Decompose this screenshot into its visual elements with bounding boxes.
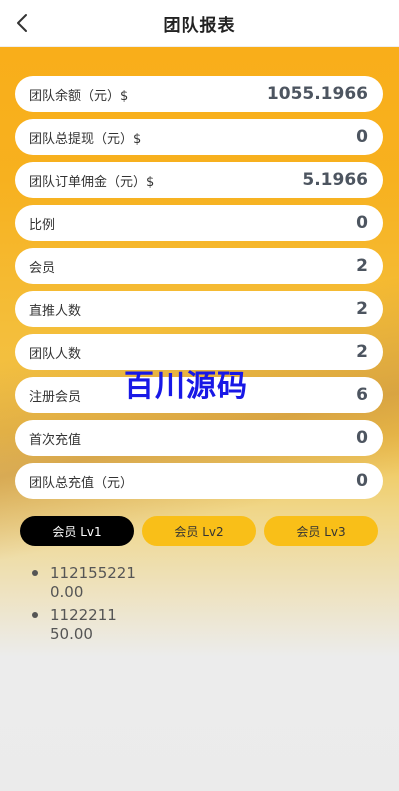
member-amount: 0.00 xyxy=(50,583,84,601)
watermark: 百川源码 xyxy=(124,369,248,404)
stat-value: 2 xyxy=(356,342,368,362)
stat-label: 团队人数 xyxy=(29,346,82,362)
list-item: 1122211 50.00 xyxy=(30,606,136,644)
tab-lv3[interactable]: 会员 Lv3 xyxy=(264,516,378,546)
stat-label: 团队订单佣金（元）$ xyxy=(29,174,155,190)
stat-value: 6 xyxy=(356,385,368,405)
stat-value: 0 xyxy=(356,213,368,233)
tab-lv2[interactable]: 会员 Lv2 xyxy=(142,516,256,546)
stat-label: 首次充值 xyxy=(29,432,82,448)
stat-label: 比例 xyxy=(29,217,56,233)
bullet-icon xyxy=(32,570,38,576)
stat-label: 直推人数 xyxy=(29,303,82,319)
stat-value: 0 xyxy=(356,127,368,147)
bullet-icon xyxy=(32,612,38,618)
stats-list: 团队余额（元）$ 1055.1966 团队总提现（元）$ 0 团队订单佣金（元）… xyxy=(15,76,383,506)
stat-row-team-withdrawal: 团队总提现（元）$ 0 xyxy=(15,119,383,155)
stat-label: 团队余额（元）$ xyxy=(29,88,129,104)
stat-row-order-commission: 团队订单佣金（元）$ 5.1966 xyxy=(15,162,383,198)
member-id: 112155221 xyxy=(50,564,136,582)
stat-row-first-recharge: 首次充值 0 xyxy=(15,420,383,456)
stat-row-members: 会员 2 xyxy=(15,248,383,284)
stat-label: 注册会员 xyxy=(29,389,82,405)
stat-label: 团队总充值（元） xyxy=(29,475,134,491)
member-list: 112155221 0.00 1122211 50.00 xyxy=(30,564,136,648)
back-button[interactable] xyxy=(12,11,34,35)
stat-value: 2 xyxy=(356,299,368,319)
member-amount: 50.00 xyxy=(50,625,93,643)
stat-value: 5.1966 xyxy=(302,170,368,190)
stat-row-ratio: 比例 0 xyxy=(15,205,383,241)
list-item: 112155221 0.00 xyxy=(30,564,136,602)
stat-value: 2 xyxy=(356,256,368,276)
member-id: 1122211 xyxy=(50,606,117,624)
stat-label: 会员 xyxy=(29,260,56,276)
chevron-left-icon xyxy=(17,14,27,32)
page-title: 团队报表 xyxy=(163,15,236,36)
member-entry: 112155221 0.00 xyxy=(50,564,136,602)
tab-lv1[interactable]: 会员 Lv1 xyxy=(20,516,134,546)
stat-value: 1055.1966 xyxy=(266,84,368,104)
stat-row-team-balance: 团队余额（元）$ 1055.1966 xyxy=(15,76,383,112)
top-bar: 团队报表 xyxy=(0,0,399,47)
level-tabs: 会员 Lv1 会员 Lv2 会员 Lv3 xyxy=(20,516,378,546)
member-entry: 1122211 50.00 xyxy=(50,606,117,644)
stat-row-total-recharge: 团队总充值（元） 0 xyxy=(15,463,383,499)
stat-value: 0 xyxy=(356,471,368,491)
stat-row-direct-referrals: 直推人数 2 xyxy=(15,291,383,327)
stat-label: 团队总提现（元）$ xyxy=(29,131,142,147)
stat-value: 0 xyxy=(356,428,368,448)
